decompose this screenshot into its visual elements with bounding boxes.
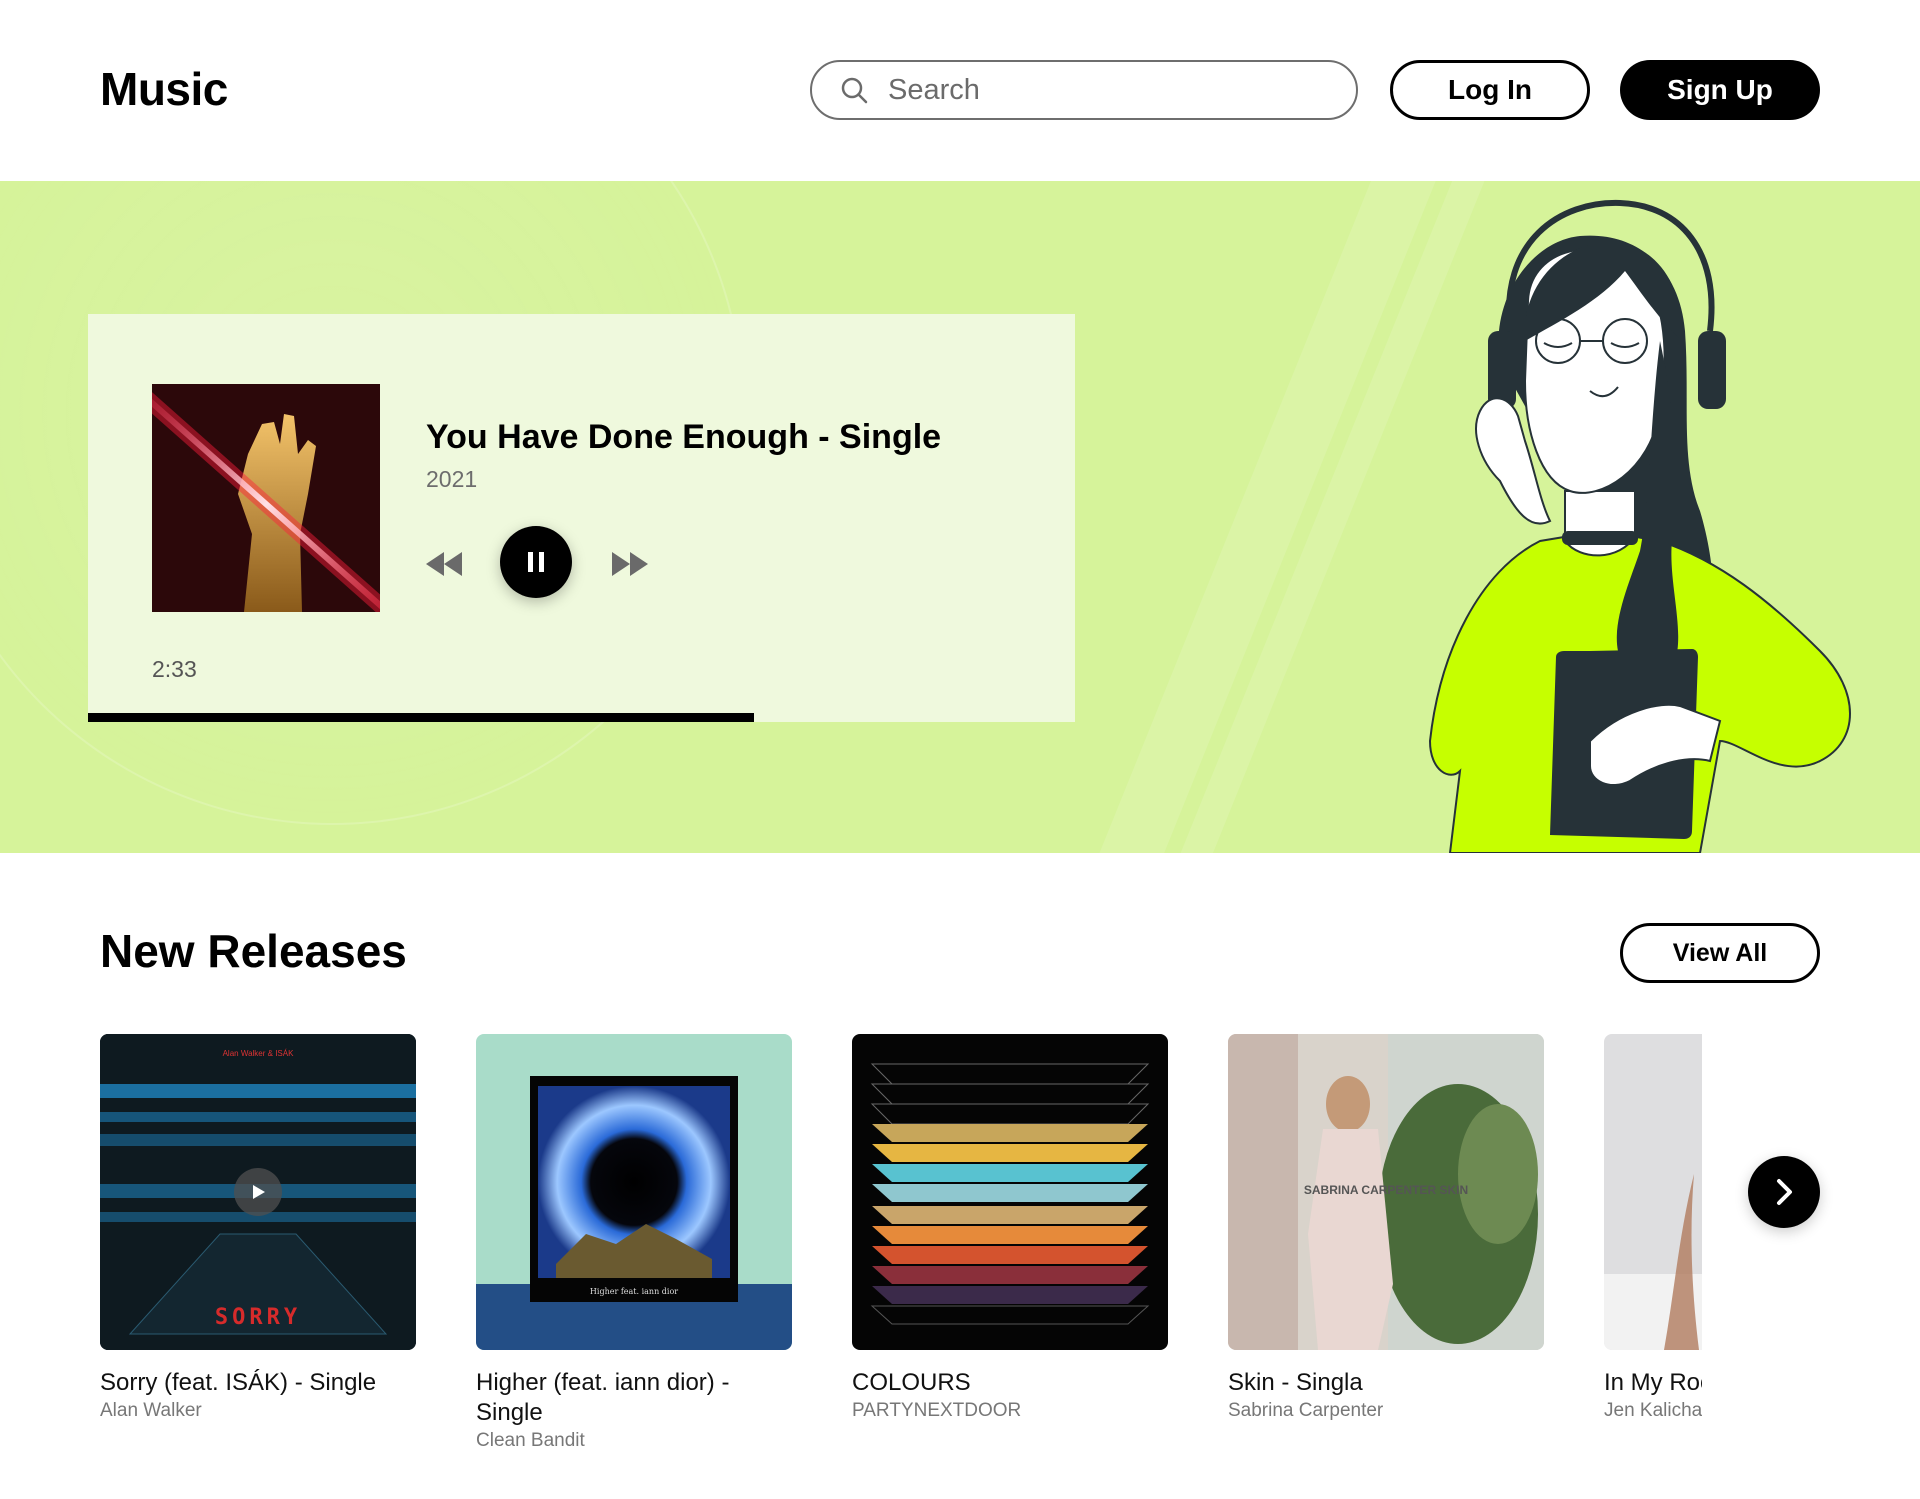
search-input[interactable] bbox=[886, 72, 1330, 108]
pause-icon bbox=[528, 552, 544, 572]
fast-forward-icon[interactable] bbox=[610, 549, 650, 579]
release-title: Skin - Singla bbox=[1228, 1369, 1363, 1396]
release-title: COLOURS bbox=[852, 1369, 971, 1396]
album-art-skin: SABRINA CARPENTER SKIN bbox=[1228, 1034, 1544, 1350]
release-title: Sorry (feat. ISÁK) - Single bbox=[100, 1369, 377, 1396]
login-button[interactable]: Log In bbox=[1390, 60, 1590, 120]
now-playing-cover[interactable] bbox=[152, 384, 380, 612]
release-card[interactable]: Higher feat. iann dior Higher (feat. ian… bbox=[476, 1034, 792, 1452]
release-artist[interactable]: Jen Kalicha bbox=[1604, 1400, 1702, 1422]
pause-button[interactable] bbox=[500, 526, 572, 598]
svg-text:Higher feat. iann dior: Higher feat. iann dior bbox=[590, 1287, 678, 1296]
logo[interactable]: Music bbox=[100, 62, 228, 116]
elapsed-time: 2:33 bbox=[152, 656, 197, 682]
release-cover[interactable]: Higher feat. iann dior bbox=[476, 1034, 792, 1350]
release-card[interactable]: COLOURS PARTYNEXTDOOR bbox=[852, 1034, 1168, 1422]
section-title: New Releases bbox=[100, 925, 407, 977]
signup-button[interactable]: Sign Up bbox=[1620, 60, 1820, 120]
releases-carousel: Alan Walker & ISÁK SORRY Sorry (feat. IS… bbox=[100, 1034, 1702, 1474]
now-playing-card: You Have Done Enough - Single 2021 2:33 bbox=[88, 314, 1075, 722]
release-cover[interactable]: Alan Walker & ISÁK SORRY bbox=[100, 1034, 416, 1350]
play-button[interactable] bbox=[234, 1168, 282, 1216]
svg-text:SABRINA CARPENTER SKIN: SABRINA CARPENTER SKIN bbox=[1304, 1183, 1468, 1197]
svg-text:Alan Walker & ISÁK: Alan Walker & ISÁK bbox=[223, 1049, 295, 1058]
chevron-right-icon bbox=[1777, 1179, 1792, 1205]
hero-banner: You Have Done Enough - Single 2021 2:33 bbox=[0, 181, 1920, 853]
carousel-next-button[interactable] bbox=[1748, 1156, 1820, 1228]
svg-text:SORRY: SORRY bbox=[215, 1305, 301, 1330]
release-title: In My Roo bbox=[1604, 1369, 1702, 1396]
play-icon bbox=[253, 1185, 265, 1199]
release-card[interactable]: In My Roo Jen Kalicha bbox=[1604, 1034, 1702, 1422]
release-title: Higher (feat. iann dior) - Single bbox=[476, 1369, 730, 1426]
release-cover[interactable] bbox=[852, 1034, 1168, 1350]
progress-fill bbox=[88, 713, 755, 722]
rewind-icon[interactable] bbox=[424, 549, 464, 579]
progress-bar[interactable] bbox=[88, 713, 1075, 722]
release-artist[interactable]: Clean Bandit bbox=[476, 1430, 792, 1452]
album-art-eye: Higher feat. iann dior bbox=[476, 1034, 792, 1350]
release-card[interactable]: SABRINA CARPENTER SKIN Skin - Singla Sab… bbox=[1228, 1034, 1544, 1422]
album-art-hand bbox=[152, 384, 380, 612]
search-icon bbox=[841, 77, 868, 104]
album-art-colours bbox=[852, 1034, 1168, 1350]
track-title: You Have Done Enough - Single bbox=[426, 418, 942, 456]
release-cover[interactable]: SABRINA CARPENTER SKIN bbox=[1228, 1034, 1544, 1350]
view-all-button[interactable]: View All bbox=[1620, 923, 1820, 983]
release-artist[interactable]: PARTYNEXTDOOR bbox=[852, 1400, 1168, 1422]
track-year: 2021 bbox=[426, 466, 478, 492]
release-card[interactable]: Alan Walker & ISÁK SORRY Sorry (feat. IS… bbox=[100, 1034, 416, 1422]
search-bar[interactable] bbox=[810, 60, 1358, 120]
release-cover[interactable] bbox=[1604, 1034, 1702, 1350]
listening-girl-illustration bbox=[1428, 199, 1851, 853]
album-art-room bbox=[1604, 1034, 1702, 1350]
release-artist[interactable]: Alan Walker bbox=[100, 1400, 416, 1422]
release-artist[interactable]: Sabrina Carpenter bbox=[1228, 1400, 1544, 1422]
